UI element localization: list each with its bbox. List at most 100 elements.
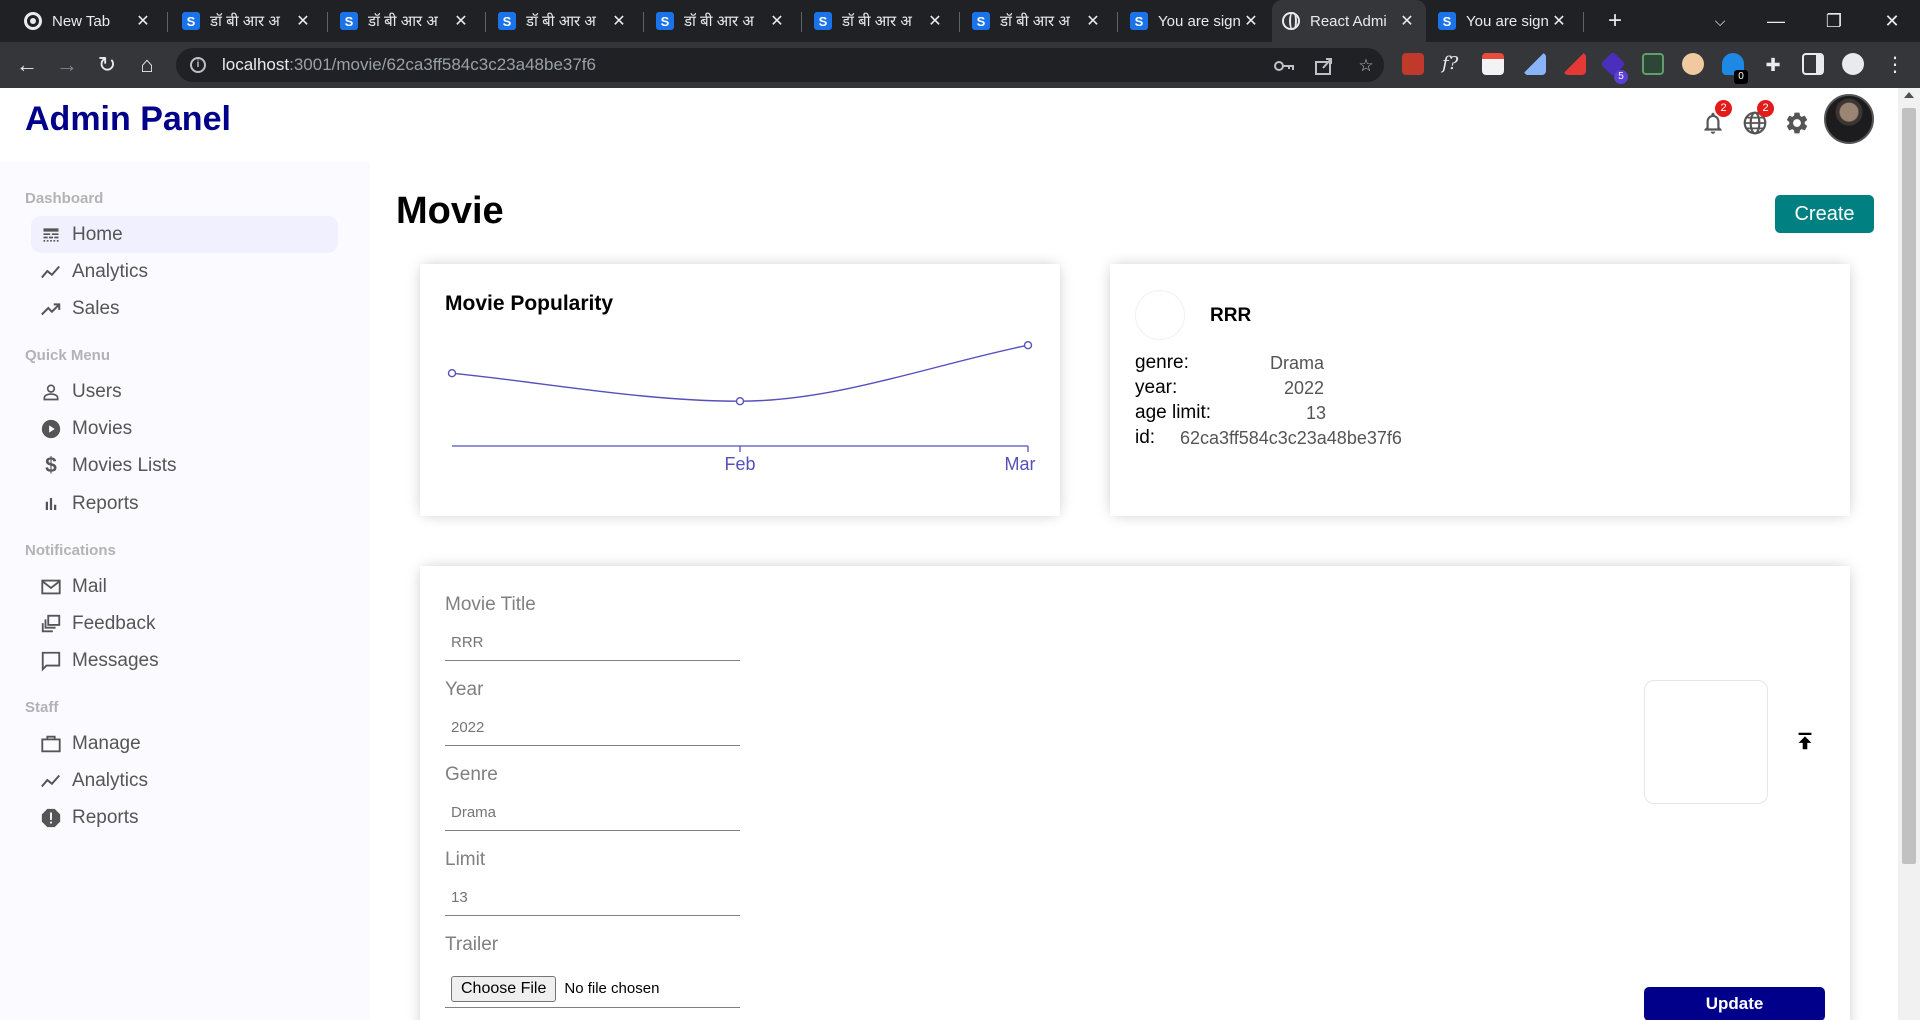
- sidebar-item-staff-analytics[interactable]: Analytics: [31, 762, 338, 799]
- site-info-icon[interactable]: i: [190, 57, 206, 73]
- browser-tab[interactable]: S You are sign ✕: [1428, 0, 1578, 42]
- extension-icon[interactable]: [1642, 53, 1664, 75]
- close-icon[interactable]: ✕: [768, 11, 786, 31]
- url-text[interactable]: localhost:3001/movie/62ca3ff584c3c23a48b…: [222, 55, 596, 75]
- sidebar-item-home[interactable]: Home: [31, 216, 338, 253]
- sidebar-item-mail[interactable]: Mail: [31, 568, 338, 605]
- extension-icon[interactable]: [1682, 53, 1704, 75]
- close-icon[interactable]: ✕: [1550, 11, 1568, 31]
- browser-tab[interactable]: S डॉ बी आर अ ✕: [172, 0, 322, 42]
- limit-input[interactable]: [445, 880, 740, 916]
- field-label-trailer: Trailer: [445, 934, 499, 955]
- share-icon[interactable]: [1312, 56, 1336, 76]
- logo[interactable]: Admin Panel: [25, 100, 231, 139]
- sidebar-item-movies[interactable]: Movies: [31, 410, 338, 447]
- tab-separator: [485, 12, 486, 32]
- extension-icon[interactable]: [1402, 53, 1424, 75]
- reload-icon[interactable]: ↻: [92, 50, 122, 80]
- movie-name: RRR: [1210, 305, 1252, 326]
- close-icon[interactable]: ✕: [926, 11, 944, 31]
- year-input[interactable]: [445, 710, 740, 746]
- movie-title-input[interactable]: [445, 625, 740, 661]
- choose-file-button[interactable]: Choose File: [451, 975, 557, 1002]
- new-tab-button[interactable]: +: [1600, 6, 1630, 36]
- field-label-year: Year: [445, 679, 484, 700]
- close-icon[interactable]: ✕: [1084, 11, 1102, 31]
- sidebar-item-feedback[interactable]: Feedback: [31, 605, 338, 642]
- back-icon[interactable]: ←: [12, 50, 42, 80]
- update-button[interactable]: Update: [1644, 987, 1825, 1020]
- puzzle-icon[interactable]: ✚: [1758, 50, 1788, 80]
- home-icon[interactable]: ⌂: [132, 50, 162, 80]
- sidebar-item-manage[interactable]: Manage: [31, 725, 338, 762]
- file-status: No file chosen: [564, 980, 660, 997]
- s-favicon-icon: S: [814, 12, 832, 30]
- chat-bubble-outline-icon: [40, 650, 62, 672]
- sidebar-item-label: Mail: [72, 575, 107, 597]
- close-icon[interactable]: ✕: [134, 11, 152, 31]
- tab-search-icon[interactable]: ⌵: [1692, 0, 1748, 42]
- settings-icon[interactable]: [1780, 106, 1814, 140]
- close-icon[interactable]: ✕: [294, 11, 312, 31]
- extension-badge: 0: [1734, 70, 1748, 84]
- sidebar-item-label: Messages: [72, 649, 159, 671]
- browser-tab[interactable]: S डॉ बी आर अ ✕: [330, 0, 480, 42]
- sidebar-item-sales[interactable]: Sales: [31, 290, 338, 327]
- close-icon[interactable]: ✕: [610, 11, 628, 31]
- create-button[interactable]: Create: [1775, 195, 1874, 233]
- extension-icon[interactable]: f?: [1442, 53, 1464, 75]
- info-value-id: 62ca3ff584c3c23a48be37f6: [1180, 428, 1402, 448]
- more-vert-icon[interactable]: ⋮: [1880, 50, 1910, 80]
- sidebar-item-movies-lists[interactable]: $ Movies Lists: [31, 447, 338, 484]
- extension-icon[interactable]: [1524, 53, 1546, 75]
- sidebar-item-staff-reports[interactable]: Reports: [31, 799, 338, 836]
- browser-tab[interactable]: S You are sign ✕: [1120, 0, 1270, 42]
- sidebar-item-analytics[interactable]: Analytics: [31, 253, 338, 290]
- avatar[interactable]: [1824, 94, 1874, 144]
- upload-icon[interactable]: [1790, 726, 1820, 756]
- restore-icon[interactable]: ❐: [1806, 0, 1862, 42]
- tab-title: डॉ बी आर अ: [210, 13, 280, 30]
- trailer-file-input[interactable]: Choose File No file chosen: [445, 970, 740, 1008]
- browser-tab[interactable]: S डॉ बी आर अ ✕: [488, 0, 638, 42]
- key-icon[interactable]: [1272, 56, 1296, 76]
- s-favicon-icon: S: [182, 12, 200, 30]
- star-icon[interactable]: ☆: [1354, 56, 1378, 76]
- side-panel-icon[interactable]: [1802, 53, 1824, 75]
- page-scrollbar[interactable]: [1898, 88, 1920, 1020]
- sidebar-item-users[interactable]: Users: [31, 373, 338, 410]
- browser-tab[interactable]: New Tab ✕: [14, 0, 162, 42]
- s-favicon-icon: S: [656, 12, 674, 30]
- address-bar[interactable]: i localhost:3001/movie/62ca3ff584c3c23a4…: [176, 48, 1384, 82]
- work-outline-icon: [40, 733, 62, 755]
- info-value-age-limit: 13: [1306, 403, 1327, 423]
- close-icon[interactable]: ✕: [1398, 11, 1416, 31]
- language-icon[interactable]: 2: [1738, 100, 1774, 140]
- timeline-icon: [40, 770, 62, 792]
- browser-tab[interactable]: S डॉ बी आर अ ✕: [804, 0, 954, 42]
- close-icon[interactable]: ✕: [1242, 11, 1260, 31]
- browser-tab[interactable]: S डॉ बी आर अ ✕: [646, 0, 796, 42]
- extension-icon[interactable]: [1564, 53, 1586, 75]
- forward-icon[interactable]: →: [52, 50, 82, 80]
- page-title: Movie: [396, 190, 504, 232]
- movie-thumbnail: [1135, 290, 1185, 340]
- scroll-up-icon[interactable]: [1904, 92, 1914, 98]
- notifications-icon[interactable]: 2: [1696, 100, 1732, 140]
- info-value-year: 2022: [1284, 378, 1325, 398]
- extension-icon[interactable]: [1482, 53, 1504, 75]
- profile-icon[interactable]: [1842, 53, 1864, 75]
- sidebar-item-messages[interactable]: Messages: [31, 642, 338, 679]
- sidebar-item-reports[interactable]: Reports: [31, 485, 338, 522]
- close-icon[interactable]: ✕: [452, 11, 470, 31]
- browser-tab-active[interactable]: React Admi ✕: [1272, 0, 1426, 42]
- scrollbar-thumb[interactable]: [1902, 108, 1916, 864]
- series-line: [451, 344, 1029, 402]
- dollar-icon: $: [45, 453, 57, 477]
- sidebar-item-label: Feedback: [72, 612, 156, 634]
- browser-tab[interactable]: S डॉ बी आर अ ✕: [962, 0, 1112, 42]
- genre-input[interactable]: [445, 795, 740, 831]
- close-window-icon[interactable]: ✕: [1864, 0, 1920, 42]
- minimize-icon[interactable]: —: [1748, 0, 1804, 42]
- sidebar-section-title: Quick Menu: [25, 347, 111, 364]
